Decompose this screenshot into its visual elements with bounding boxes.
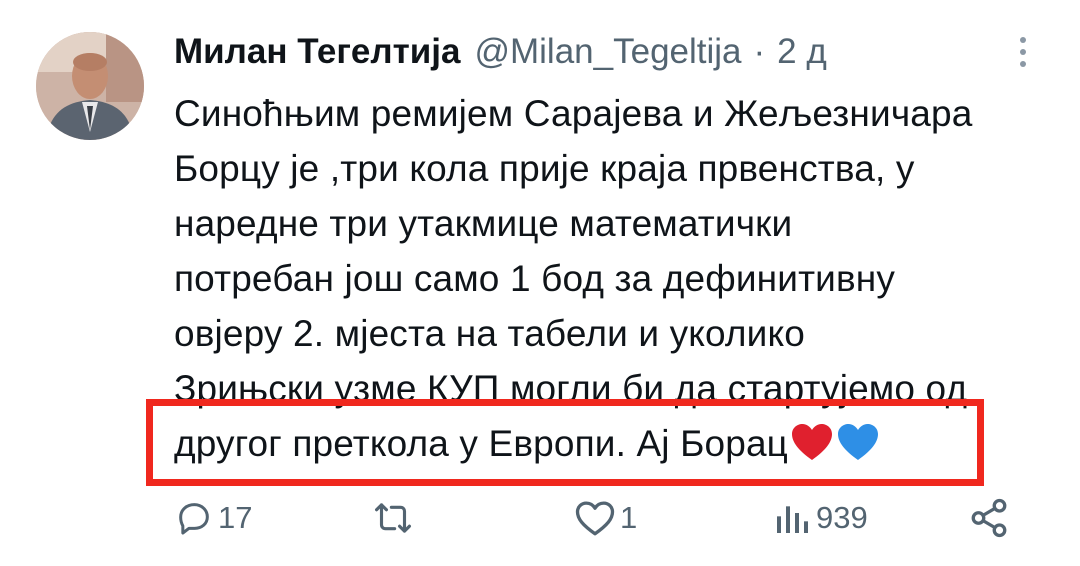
reply-icon xyxy=(179,503,209,535)
tweet-text-line: Борцу је ,три кола прије краја првенства… xyxy=(174,148,915,189)
views-button[interactable]: 939 xyxy=(772,490,868,546)
highlight-box xyxy=(146,399,984,486)
more-options-icon[interactable] xyxy=(1008,26,1038,78)
author-name[interactable]: Милан Тегелтија xyxy=(174,26,460,78)
share-button[interactable] xyxy=(968,490,1010,546)
tweet-text-line: Синоћњим ремијем Сарајева и Жељезничара xyxy=(174,93,973,134)
tweet-text-line: потребан још само 1 бод за дефинитивну xyxy=(174,258,896,299)
avatar[interactable] xyxy=(36,32,144,140)
views-count: 939 xyxy=(816,500,868,535)
retweet-icon xyxy=(375,503,411,533)
tweet-text-line: наредне три утакмице математички xyxy=(174,203,793,244)
like-count: 1 xyxy=(620,500,638,535)
author-handle[interactable]: @Milan_Tegeltija xyxy=(474,26,741,78)
separator-dot: · xyxy=(753,32,766,71)
retweet-button[interactable] xyxy=(370,490,420,546)
tweet-header: Милан Тегелтија @Milan_Tegeltija · 2 д xyxy=(174,26,827,78)
tweet-timestamp[interactable]: 2 д xyxy=(777,26,827,78)
tweet-text-line: овјеру 2. мјеста на табели и уколико xyxy=(174,313,805,354)
reply-button[interactable]: 17 xyxy=(174,490,252,546)
views-icon xyxy=(777,506,808,533)
share-icon xyxy=(971,498,1007,538)
like-button[interactable]: 1 xyxy=(574,490,637,546)
tweet-actions: 17 1 939 xyxy=(0,490,1080,546)
reply-count: 17 xyxy=(218,500,253,535)
like-icon xyxy=(575,501,615,536)
